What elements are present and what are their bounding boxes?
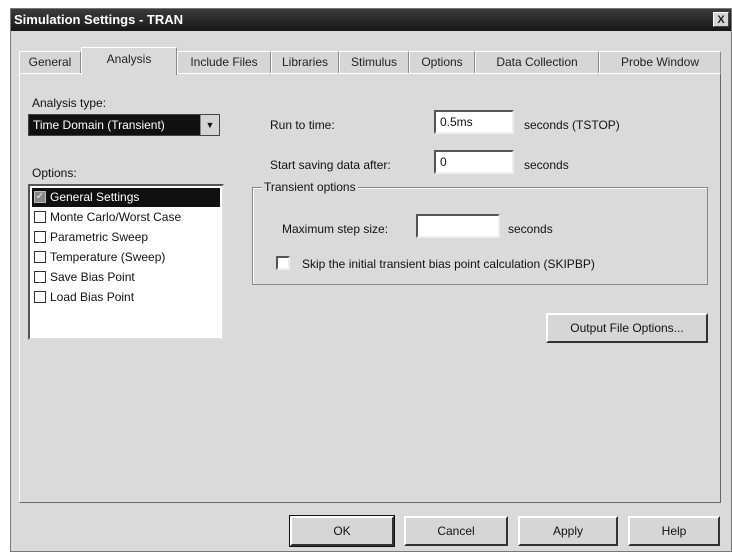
max-step-unit: seconds: [508, 222, 553, 236]
chevron-down-icon[interactable]: ▼: [200, 115, 219, 135]
output-file-options-button[interactable]: Output File Options...: [546, 313, 708, 343]
tab-data-collection[interactable]: Data Collection: [475, 51, 599, 73]
option-general-settings[interactable]: ✓ General Settings: [32, 188, 220, 207]
option-temperature-sweep[interactable]: Temperature (Sweep): [32, 248, 220, 267]
option-checkbox[interactable]: [34, 231, 46, 243]
transient-options-title: Transient options: [262, 180, 358, 194]
option-checkbox[interactable]: [34, 291, 46, 303]
close-icon[interactable]: X: [713, 12, 729, 27]
ok-button[interactable]: OK: [289, 515, 395, 547]
option-label: Parametric Sweep: [50, 230, 149, 244]
help-button[interactable]: Help: [628, 516, 720, 546]
start-saving-input[interactable]: 0: [434, 150, 514, 174]
option-checkbox[interactable]: ✓: [34, 191, 46, 203]
option-checkbox[interactable]: [34, 251, 46, 263]
option-parametric-sweep[interactable]: Parametric Sweep: [32, 228, 220, 247]
tab-libraries[interactable]: Libraries: [271, 51, 339, 73]
option-checkbox[interactable]: [34, 211, 46, 223]
options-label: Options:: [32, 166, 77, 180]
tab-general[interactable]: General: [19, 51, 81, 73]
analysis-type-select[interactable]: Time Domain (Transient) ▼: [28, 114, 220, 136]
cancel-button[interactable]: Cancel: [404, 516, 508, 546]
start-saving-label: Start saving data after:: [270, 158, 391, 172]
option-label: General Settings: [50, 190, 140, 204]
options-list[interactable]: ✓ General Settings Monte Carlo/Worst Cas…: [28, 184, 224, 340]
analysis-type-value: Time Domain (Transient): [33, 118, 165, 132]
tab-stimulus[interactable]: Stimulus: [339, 51, 409, 73]
option-label: Load Bias Point: [50, 290, 135, 304]
run-to-time-unit: seconds (TSTOP): [524, 118, 620, 132]
max-step-input[interactable]: [416, 214, 500, 238]
run-to-time-label: Run to time:: [270, 118, 335, 132]
window-title: Simulation Settings - TRAN: [14, 12, 183, 27]
option-label: Temperature (Sweep): [50, 250, 166, 264]
apply-button[interactable]: Apply: [518, 516, 618, 546]
max-step-label: Maximum step size:: [282, 222, 389, 236]
option-load-bias-point[interactable]: Load Bias Point: [32, 288, 220, 307]
analysis-type-label: Analysis type:: [32, 96, 107, 110]
tab-include-files[interactable]: Include Files: [177, 51, 271, 73]
tab-options[interactable]: Options: [409, 51, 475, 73]
option-monte-carlo[interactable]: Monte Carlo/Worst Case: [32, 208, 220, 227]
skip-bias-checkbox[interactable]: [276, 256, 290, 270]
option-save-bias-point[interactable]: Save Bias Point: [32, 268, 220, 287]
option-label: Save Bias Point: [50, 270, 135, 284]
skip-bias-label: Skip the initial transient bias point ca…: [302, 257, 595, 271]
option-checkbox[interactable]: [34, 271, 46, 283]
tab-probe-window[interactable]: Probe Window: [599, 51, 721, 73]
title-bar: Simulation Settings - TRAN X: [11, 9, 731, 31]
run-to-time-input[interactable]: 0.5ms: [434, 110, 514, 134]
tab-analysis[interactable]: Analysis: [81, 47, 177, 75]
option-label: Monte Carlo/Worst Case: [50, 210, 182, 224]
start-saving-unit: seconds: [524, 158, 569, 172]
